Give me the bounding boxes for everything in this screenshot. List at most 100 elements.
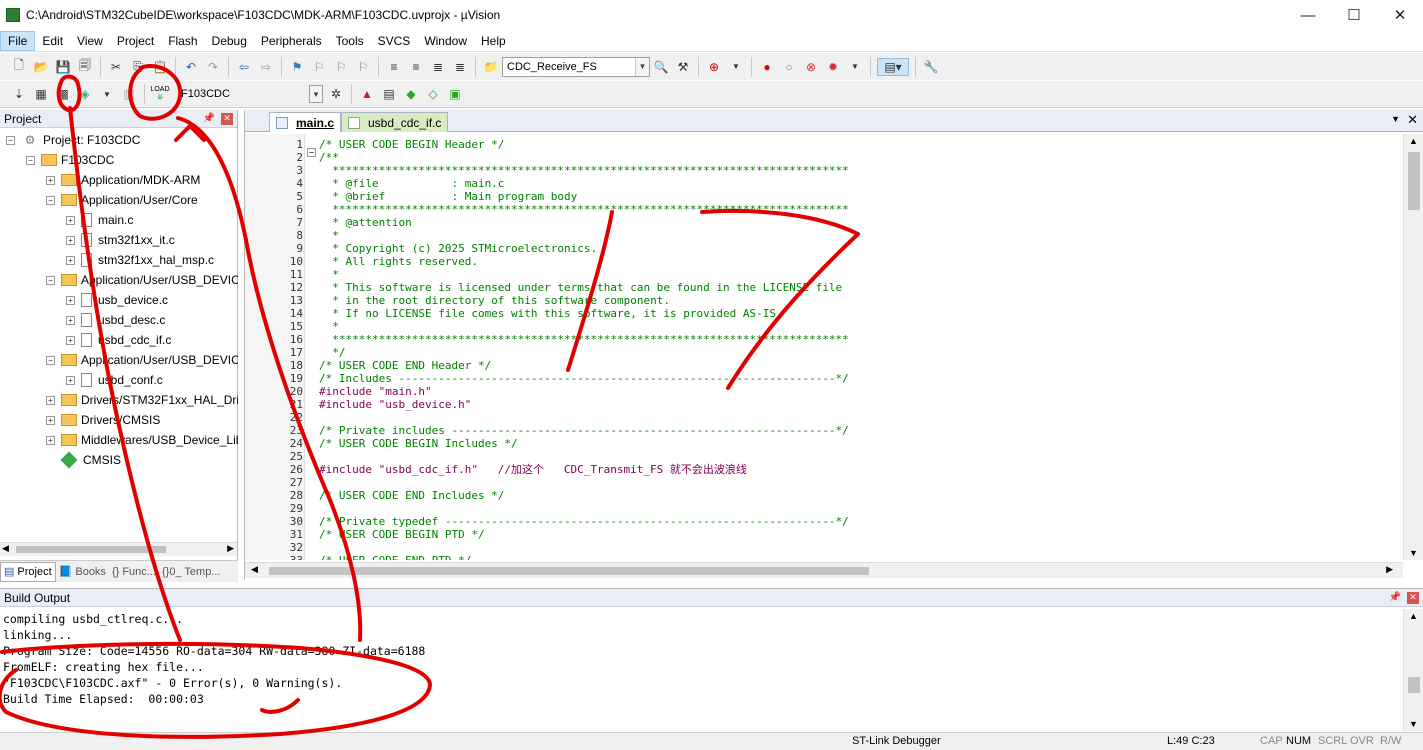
tab-usbd-cdc-if-c[interactable]: usbd_cdc_if.c xyxy=(341,112,449,132)
target-combo[interactable]: F103CDC ▼ xyxy=(177,84,323,104)
menu-debug[interactable]: Debug xyxy=(205,31,254,51)
collapse-icon[interactable]: − xyxy=(6,135,15,145)
download-load-button[interactable]: LOAD ⇊ xyxy=(150,85,169,103)
copy-icon[interactable]: ⎘ xyxy=(129,58,147,76)
tree-item-file[interactable]: + usb_device.c xyxy=(66,290,168,310)
cut-icon[interactable]: ✂ xyxy=(107,58,125,76)
menu-peripherals[interactable]: Peripherals xyxy=(254,31,329,51)
clear-bookmarks-icon[interactable]: ⚐ xyxy=(354,58,372,76)
scrollbar-thumb[interactable] xyxy=(16,546,166,553)
chevron-down-icon[interactable]: ▼ xyxy=(727,58,745,76)
tree-item-file[interactable]: + usbd_desc.c xyxy=(66,310,165,330)
tab-functions[interactable]: {} Func... xyxy=(109,562,159,582)
collapse-icon[interactable]: − xyxy=(26,155,35,165)
indent-icon[interactable]: ≡ xyxy=(385,58,403,76)
expand-icon[interactable]: + xyxy=(66,215,75,225)
tab-templates[interactable]: {}0_ Temp... xyxy=(159,562,224,582)
target-options-icon[interactable]: ✲ xyxy=(327,85,345,103)
scroll-up-icon[interactable]: ▲ xyxy=(1409,136,1418,146)
menu-svcs[interactable]: SVCS xyxy=(371,31,418,51)
debug-session-icon[interactable]: ⊕ xyxy=(705,58,723,76)
tree-item-folder[interactable]: + Middlewares/USB_Device_Lib xyxy=(46,430,238,450)
build-icon[interactable]: ▦ xyxy=(32,85,50,103)
scrollbar-thumb[interactable] xyxy=(1408,152,1420,210)
new-file-icon[interactable]: 🗋 xyxy=(10,58,28,76)
disable-all-breakpoints-icon[interactable]: ⊗ xyxy=(802,58,820,76)
collapse-icon[interactable]: − xyxy=(46,275,55,285)
tree-item-file[interactable]: + stm32f1xx_hal_msp.c xyxy=(66,250,214,270)
project-horizontal-scrollbar[interactable]: ◀ ▶ xyxy=(0,542,237,556)
stop-build-icon[interactable]: ▥ xyxy=(120,85,138,103)
run-time-environment-icon[interactable]: ▣ xyxy=(446,85,464,103)
tab-list-chevron-icon[interactable]: ▼ xyxy=(1391,114,1400,124)
expand-icon[interactable]: + xyxy=(66,235,75,245)
tree-item-target[interactable]: − F103CDC xyxy=(26,150,114,170)
menu-help[interactable]: Help xyxy=(474,31,513,51)
uncomment-icon[interactable]: ≣ xyxy=(451,58,469,76)
tree-item-file[interactable]: + stm32f1xx_it.c xyxy=(66,230,175,250)
tree-item-folder[interactable]: + Drivers/CMSIS xyxy=(46,410,160,430)
next-bookmark-icon[interactable]: ⚐ xyxy=(332,58,350,76)
expand-icon[interactable]: + xyxy=(46,415,55,425)
close-panel-icon[interactable]: ✕ xyxy=(221,112,233,125)
tree-item-folder[interactable]: − Application/User/USB_DEVIC xyxy=(46,350,238,370)
paste-icon[interactable]: 📋 xyxy=(151,58,169,76)
configure-wrench-icon[interactable]: 🔧 xyxy=(922,58,940,76)
menu-window[interactable]: Window xyxy=(417,31,474,51)
select-software-packs-icon[interactable]: ◆ xyxy=(402,85,420,103)
find-icon[interactable]: 🔍 xyxy=(652,58,670,76)
tree-item-folder[interactable]: − Application/User/USB_DEVIC xyxy=(46,270,238,290)
close-panel-icon[interactable]: ✕ xyxy=(1407,591,1419,604)
open-folder-icon[interactable]: 📂 xyxy=(32,58,50,76)
save-icon[interactable]: 💾 xyxy=(54,58,72,76)
tab-project[interactable]: ▤ Project xyxy=(0,561,56,582)
translate-icon[interactable]: ⇣ xyxy=(10,85,28,103)
expand-icon[interactable]: + xyxy=(66,295,75,305)
tree-item-file[interactable]: + usbd_conf.c xyxy=(66,370,163,390)
kill-all-breakpoints-icon[interactable]: ✹ xyxy=(824,58,842,76)
editor-vertical-scrollbar[interactable]: ▲ ▼ xyxy=(1403,134,1423,560)
close-editor-icon[interactable]: ✕ xyxy=(1407,112,1418,128)
scrollbar-thumb[interactable] xyxy=(1408,677,1420,693)
menu-tools[interactable]: Tools xyxy=(329,31,371,51)
collapse-icon[interactable]: − xyxy=(46,195,55,205)
tree-item-file[interactable]: + usbd_cdc_if.c xyxy=(66,330,171,350)
tree-item-component[interactable]: CMSIS xyxy=(60,450,121,470)
batch-build-icon[interactable]: ◈ xyxy=(76,85,94,103)
file-extensions-icon[interactable]: ▤ xyxy=(380,85,398,103)
expand-icon[interactable]: + xyxy=(46,175,55,185)
menu-view[interactable]: View xyxy=(70,31,110,51)
expand-icon[interactable]: + xyxy=(66,255,75,265)
scroll-left-icon[interactable]: ◀ xyxy=(2,543,9,554)
minimize-button[interactable]: — xyxy=(1285,0,1331,30)
tree-item-folder[interactable]: + Drivers/STM32F1xx_HAL_Driv xyxy=(46,390,238,410)
expand-icon[interactable]: + xyxy=(66,315,75,325)
menu-edit[interactable]: Edit xyxy=(35,31,70,51)
manage-components-icon[interactable]: ▲ xyxy=(358,85,376,103)
menu-file[interactable]: File xyxy=(0,30,36,51)
code-area[interactable]: 1/* USER CODE BEGIN Header */2/** 3 *****… xyxy=(245,134,1403,560)
editor-horizontal-scrollbar[interactable]: ◀ ▶ xyxy=(245,562,1403,578)
chevron-down-icon[interactable]: ▼ xyxy=(846,58,864,76)
tree-item-project-root[interactable]: − ⚙ Project: F103CDC xyxy=(6,130,140,150)
undo-icon[interactable]: ↶ xyxy=(182,58,200,76)
prev-bookmark-icon[interactable]: ⚐ xyxy=(310,58,328,76)
replace-icon[interactable]: ⚒ xyxy=(674,58,692,76)
nav-forward-icon[interactable]: ⇨ xyxy=(257,58,275,76)
scroll-left-icon[interactable]: ◀ xyxy=(251,564,258,575)
scroll-down-icon[interactable]: ▼ xyxy=(1409,548,1418,558)
rebuild-icon[interactable]: ▩ xyxy=(54,85,72,103)
tree-item-folder[interactable]: − Application/User/Core xyxy=(46,190,198,210)
expand-icon[interactable]: + xyxy=(66,335,75,345)
redo-icon[interactable]: ↷ xyxy=(204,58,222,76)
scroll-right-icon[interactable]: ▶ xyxy=(227,543,234,554)
tree-item-file[interactable]: + main.c xyxy=(66,210,133,230)
comment-icon[interactable]: ≣ xyxy=(429,58,447,76)
fold-collapse-icon[interactable]: − xyxy=(307,148,316,157)
build-output-text[interactable]: compiling usbd_ctlreq.c... linking... Pr… xyxy=(0,611,1400,707)
scrollbar-thumb[interactable] xyxy=(269,567,869,575)
breakpoint-icon[interactable]: ● xyxy=(758,58,776,76)
expand-icon[interactable]: + xyxy=(46,435,55,445)
tab-main-c[interactable]: main.c xyxy=(269,112,342,132)
window-layout-icon[interactable]: ▤▾ xyxy=(877,57,909,76)
